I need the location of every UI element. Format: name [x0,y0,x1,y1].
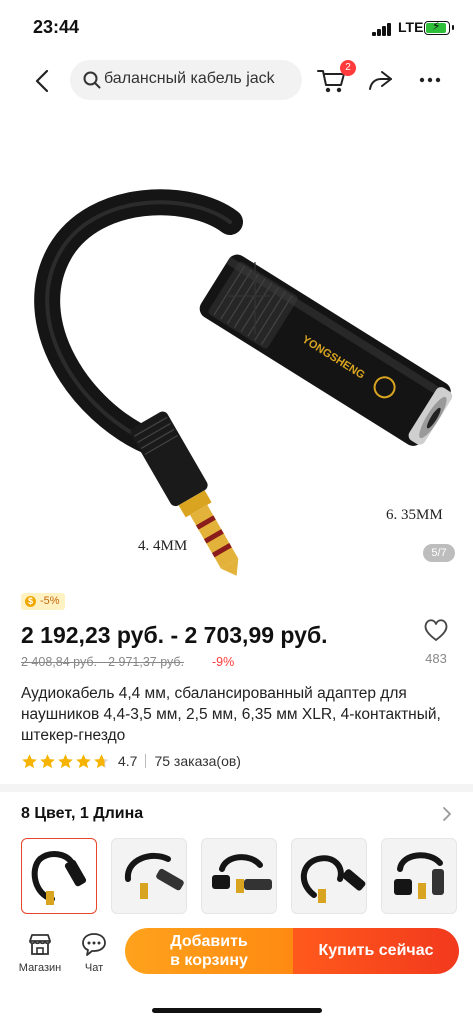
add-to-cart-button[interactable]: Добавить в корзину [125,928,293,974]
old-discount: -9% [212,655,235,669]
price: 2 192,23 руб. - 2 703,99 руб. [21,622,328,648]
label-4-4mm: 4. 4MM [138,538,188,554]
chevron-right-icon[interactable] [440,805,454,823]
star-icon [22,753,37,768]
discount-badge-text: -5% [40,595,60,607]
old-price: 2 408,84 руб. - 2 971,37 руб. [21,655,185,669]
status-bar: 23:44 LTE ⚡ [0,0,473,56]
variant-thumb[interactable] [201,838,277,914]
rating-stars [21,753,110,770]
battery-icon: ⚡ [424,19,454,35]
more-button[interactable] [414,64,446,96]
label-6-35mm: 6. 35MM [386,507,443,523]
search-query: балансный кабель jack [104,70,275,87]
discount-badge: $ -5% [21,593,65,610]
more-icon [419,77,441,83]
store-label: Магазин [18,962,62,974]
favorite-count: 483 [425,651,447,666]
orders-count: 75 заказа(ов) [154,753,241,769]
network-label: LTE [398,19,424,35]
bottom-action-bar: Магазин Чат Добавить в корзину Купить сей… [0,922,473,1024]
signal-icon [372,22,392,36]
product-title: Аудиокабель 4,4 мм, сбалансированный ада… [21,685,441,744]
store-icon [29,934,51,955]
product-gallery[interactable]: YONGSHENG 4. 4MM 6. 35MM 5/7 [0,112,473,580]
home-indicator[interactable] [152,1008,322,1013]
coin-icon: $ [25,596,36,607]
star-icon [76,753,91,768]
rating-row[interactable]: 4.7 75 заказа(ов) [21,752,241,770]
star-icon [58,753,73,768]
buy-now-button[interactable]: Купить сейчас [293,928,459,974]
chat-icon [82,933,106,956]
chat-label: Чат [84,962,104,974]
variant-thumb[interactable] [21,838,97,914]
variant-thumb[interactable] [381,838,457,914]
rating-value: 4.7 [118,753,138,769]
status-time: 23:44 [33,17,80,37]
share-button[interactable] [364,64,396,96]
variants-label[interactable]: 8 Цвет, 1 Длина [21,805,143,823]
heart-icon [424,619,448,641]
search-icon [83,71,101,89]
variant-thumbnails [21,838,461,916]
image-counter: 5/7 [423,544,455,562]
chat-tab[interactable]: Чат [72,926,116,978]
variant-thumb[interactable] [291,838,367,914]
section-divider [0,784,473,792]
favorite-button[interactable]: 483 [418,616,454,672]
rating-separator [145,754,147,768]
share-icon [369,71,392,90]
cart-button[interactable]: 2 [314,60,356,98]
star-icon [40,753,55,768]
variant-thumb[interactable] [111,838,187,914]
search-bar[interactable]: балансный кабель jack [70,60,302,100]
cart-badge: 2 [340,60,356,76]
store-tab[interactable]: Магазин [14,926,66,978]
back-arrow-icon[interactable] [26,64,60,98]
star-icon [94,753,109,768]
top-nav: балансный кабель jack 2 [0,56,473,106]
